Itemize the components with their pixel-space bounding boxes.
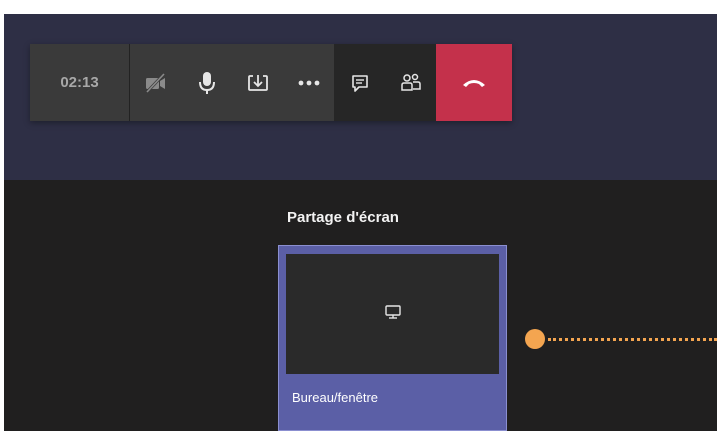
share-option-label: Bureau/fenêtre xyxy=(292,390,379,405)
monitor-icon xyxy=(384,304,402,325)
call-controls-toolbar: 02:13 xyxy=(30,44,512,121)
microphone-button[interactable] xyxy=(181,44,232,121)
share-tray-icon xyxy=(247,72,269,94)
participants-button[interactable] xyxy=(385,44,436,121)
annotation-dot xyxy=(525,329,545,349)
hang-up-icon xyxy=(461,77,487,89)
participants-icon xyxy=(400,72,422,94)
microphone-icon xyxy=(197,70,217,96)
camera-off-icon xyxy=(144,72,168,94)
share-option-desktop-window[interactable]: Bureau/fenêtre xyxy=(278,245,507,431)
more-options-button[interactable] xyxy=(283,44,334,121)
camera-toggle-button[interactable] xyxy=(130,44,181,121)
chat-icon xyxy=(350,73,370,93)
share-screen-button[interactable] xyxy=(232,44,283,121)
call-timer: 02:13 xyxy=(30,44,130,121)
more-options-icon xyxy=(298,80,320,86)
chat-button[interactable] xyxy=(334,44,385,121)
teams-meeting-window: 02:13 Partage d'écran Bureau/fenêtre xyxy=(0,0,717,431)
hang-up-button[interactable] xyxy=(436,44,512,121)
annotation-dotted-line xyxy=(548,338,717,341)
share-preview xyxy=(286,254,499,374)
share-section-title: Partage d'écran xyxy=(287,209,399,226)
